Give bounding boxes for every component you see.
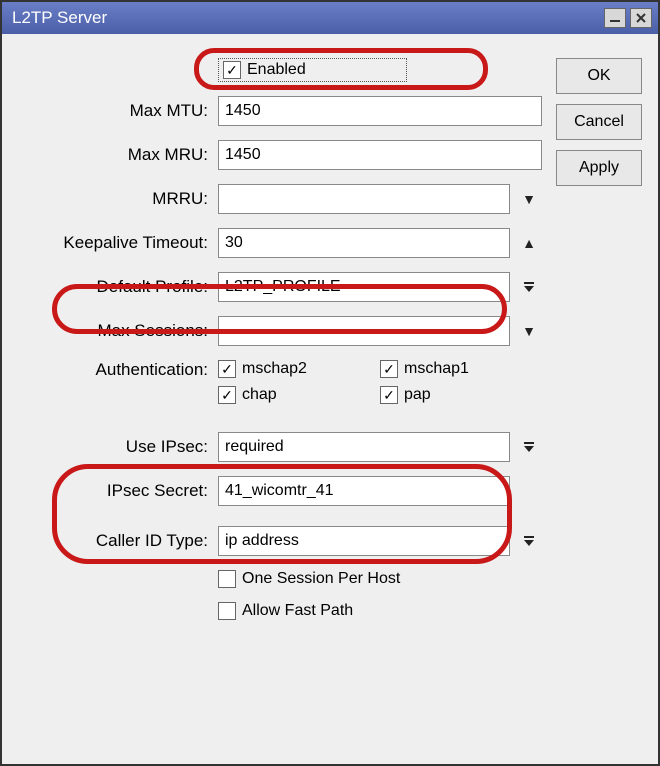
dialog-body: Enabled Max MTU: Max MRU:	[2, 34, 658, 650]
keepalive-timeout-label: Keepalive Timeout:	[18, 233, 218, 253]
auth-pap-label: pap	[404, 386, 431, 404]
close-icon	[635, 12, 647, 24]
authentication-label: Authentication:	[18, 360, 218, 380]
auth-pap-checkbox[interactable]	[380, 386, 398, 404]
auth-mschap1-wrap[interactable]: mschap1	[380, 360, 520, 378]
use-ipsec-label: Use IPsec:	[18, 437, 218, 457]
minimize-icon	[609, 12, 621, 24]
auth-mschap1-label: mschap1	[404, 360, 469, 378]
auth-mschap2-wrap[interactable]: mschap2	[218, 360, 358, 378]
enabled-label: Enabled	[247, 61, 306, 79]
default-profile-dropdown-icon[interactable]	[516, 272, 542, 302]
close-button[interactable]	[630, 8, 652, 28]
window-title: L2TP Server	[12, 8, 600, 28]
max-sessions-expand-icon[interactable]: ▼	[516, 316, 542, 346]
minimize-button[interactable]	[604, 8, 626, 28]
auth-chap-wrap[interactable]: chap	[218, 386, 358, 404]
allow-fast-path-wrap[interactable]: Allow Fast Path	[218, 602, 353, 620]
caller-id-type-label: Caller ID Type:	[18, 531, 218, 551]
action-buttons: OK Cancel Apply	[556, 58, 642, 196]
enabled-checkbox[interactable]	[223, 61, 241, 79]
mrru-label: MRRU:	[18, 189, 218, 209]
max-mtu-input[interactable]	[218, 96, 542, 126]
keepalive-collapse-icon[interactable]: ▲	[516, 228, 542, 258]
auth-mschap1-checkbox[interactable]	[380, 360, 398, 378]
default-profile-select[interactable]	[218, 272, 510, 302]
auth-chap-label: chap	[242, 386, 277, 404]
default-profile-label: Default Profile:	[18, 277, 218, 297]
auth-mschap2-checkbox[interactable]	[218, 360, 236, 378]
mrru-input[interactable]	[218, 184, 510, 214]
auth-pap-wrap[interactable]: pap	[380, 386, 520, 404]
titlebar: L2TP Server	[2, 2, 658, 34]
max-sessions-input[interactable]	[218, 316, 510, 346]
apply-button[interactable]: Apply	[556, 150, 642, 186]
ipsec-secret-input[interactable]	[218, 476, 510, 506]
form-column: Enabled Max MTU: Max MRU:	[18, 58, 542, 634]
caller-id-type-dropdown-icon[interactable]	[516, 526, 542, 556]
auth-mschap2-label: mschap2	[242, 360, 307, 378]
max-mtu-label: Max MTU:	[18, 101, 218, 121]
mrru-expand-icon[interactable]: ▼	[516, 184, 542, 214]
max-mru-label: Max MRU:	[18, 145, 218, 165]
cancel-button[interactable]: Cancel	[556, 104, 642, 140]
ok-button[interactable]: OK	[556, 58, 642, 94]
one-session-per-host-wrap[interactable]: One Session Per Host	[218, 570, 400, 588]
max-mru-input[interactable]	[218, 140, 542, 170]
l2tp-server-window: L2TP Server Enabled	[0, 0, 660, 766]
auth-chap-checkbox[interactable]	[218, 386, 236, 404]
one-session-per-host-checkbox[interactable]	[218, 570, 236, 588]
caller-id-type-select[interactable]	[218, 526, 510, 556]
enabled-checkbox-wrap[interactable]: Enabled	[218, 58, 407, 82]
allow-fast-path-label: Allow Fast Path	[242, 602, 353, 620]
ipsec-secret-label: IPsec Secret:	[18, 481, 218, 501]
allow-fast-path-checkbox[interactable]	[218, 602, 236, 620]
keepalive-timeout-input[interactable]	[218, 228, 510, 258]
authentication-group: mschap2 mschap1 chap	[218, 360, 542, 412]
use-ipsec-select[interactable]	[218, 432, 510, 462]
max-sessions-label: Max Sessions:	[18, 321, 218, 341]
use-ipsec-dropdown-icon[interactable]	[516, 432, 542, 462]
one-session-per-host-label: One Session Per Host	[242, 570, 400, 588]
